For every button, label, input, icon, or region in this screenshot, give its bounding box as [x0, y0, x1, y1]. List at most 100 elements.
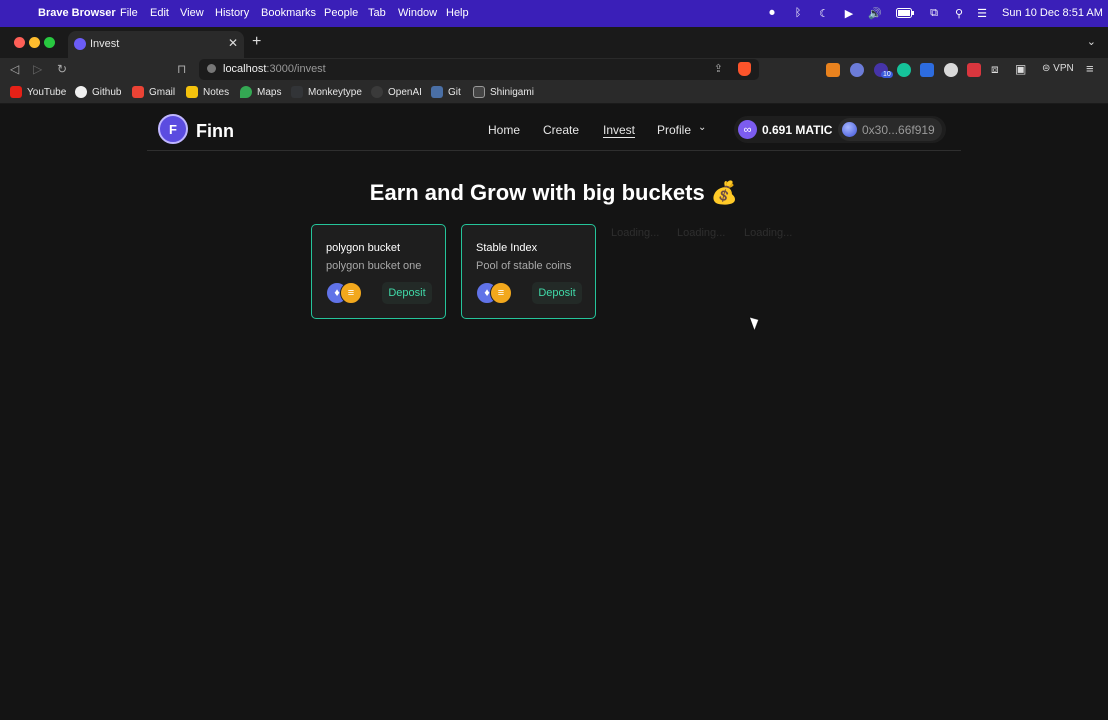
- maps-icon: [240, 86, 252, 98]
- record-icon[interactable]: ⏺: [765, 6, 779, 20]
- bucket-name: Stable Index: [476, 242, 538, 254]
- bookmark-notes[interactable]: Notes: [186, 86, 229, 98]
- bookmark-gmail[interactable]: Gmail: [132, 86, 175, 98]
- zoom-window-button[interactable]: [44, 37, 55, 48]
- bucket-description: polygon bucket one: [326, 260, 422, 272]
- shinigami-icon: [473, 86, 485, 98]
- page-content: F Finn Home Create Invest Profile ⌄ ∞ 0.…: [0, 105, 1108, 720]
- sidebar-icon[interactable]: ▣: [1015, 62, 1026, 76]
- monkeytype-icon: [291, 86, 303, 98]
- site-navbar: F Finn Home Create Invest Profile ⌄ ∞ 0.…: [147, 105, 961, 151]
- url-text[interactable]: localhost:3000/invest: [223, 63, 326, 75]
- usdc-icon: ≡: [490, 282, 512, 304]
- loading-placeholder: Loading...: [744, 227, 793, 239]
- bucket-card[interactable]: polygon bucket polygon bucket one ♦ ≡ De…: [311, 224, 446, 319]
- page-title: Earn and Grow with big buckets 💰: [369, 180, 739, 205]
- battery-icon[interactable]: [896, 6, 914, 20]
- site-info-icon[interactable]: [207, 64, 216, 73]
- bookmark-icon[interactable]: ⊓: [177, 62, 186, 76]
- new-tab-button[interactable]: +: [252, 34, 261, 50]
- nav-invest[interactable]: Invest: [603, 123, 635, 137]
- back-icon[interactable]: ◁: [10, 62, 19, 76]
- bucket-description: Pool of stable coins: [476, 260, 572, 272]
- youtube-icon: [10, 86, 22, 98]
- menu-people[interactable]: People: [324, 7, 358, 19]
- bluetooth-icon[interactable]: ᛒ: [791, 6, 805, 20]
- git-icon: [431, 86, 443, 98]
- reload-icon[interactable]: ↻: [57, 62, 67, 76]
- chevron-down-icon[interactable]: ⌄: [1087, 35, 1096, 48]
- loading-placeholder: Loading...: [611, 227, 660, 239]
- mouse-cursor: [749, 315, 762, 330]
- apple-icon[interactable]: [12, 6, 26, 20]
- finn-logo-icon[interactable]: F: [158, 114, 188, 144]
- red-extension-icon[interactable]: [967, 63, 981, 77]
- clock[interactable]: Sun 10 Dec 8:51 AM: [1002, 7, 1103, 19]
- menu-window[interactable]: Window: [398, 7, 437, 19]
- polygon-icon: ∞: [738, 120, 757, 139]
- wallet-status[interactable]: ∞ 0.691 MATIC 0x30...66f919: [734, 116, 946, 143]
- brave-shields-icon[interactable]: [738, 62, 751, 76]
- bookmark-github[interactable]: Github: [75, 86, 121, 98]
- deposit-button[interactable]: Deposit: [532, 282, 582, 304]
- menu-history[interactable]: History: [215, 7, 249, 19]
- tab-invest[interactable]: Invest ✕: [68, 31, 244, 58]
- extension-badge: 10: [881, 71, 893, 78]
- puzzle-icon[interactable]: ⧈: [991, 62, 999, 77]
- bookmark-git[interactable]: Git: [431, 86, 461, 98]
- share-icon[interactable]: ⇪: [714, 62, 723, 75]
- wallet-avatar-icon: [842, 122, 857, 137]
- brand-name[interactable]: Finn: [196, 121, 234, 142]
- bucket-card[interactable]: Stable Index Pool of stable coins ♦ ≡ De…: [461, 224, 596, 319]
- usdc-icon: ≡: [340, 282, 362, 304]
- bookmark-maps[interactable]: Maps: [240, 86, 281, 98]
- bucket-name: polygon bucket: [326, 242, 400, 254]
- wallet-address-button[interactable]: 0x30...66f919: [838, 118, 942, 141]
- wallet-address: 0x30...66f919: [862, 123, 935, 137]
- nav-profile[interactable]: Profile: [657, 123, 691, 137]
- nav-create[interactable]: Create: [543, 123, 579, 137]
- menu-help[interactable]: Help: [446, 7, 469, 19]
- forward-icon[interactable]: ▷: [33, 62, 42, 76]
- bookmarks-bar: YouTube Github Gmail Notes Maps Monkeyty…: [0, 82, 1108, 104]
- avatar-extension-icon[interactable]: [944, 63, 958, 77]
- github-icon: [75, 86, 87, 98]
- tab-title: Invest: [90, 38, 120, 50]
- bookmark-youtube[interactable]: YouTube: [10, 86, 66, 98]
- tab-strip: Invest ✕ + ⌄: [0, 27, 1108, 58]
- chevron-down-icon[interactable]: ⌄: [698, 122, 706, 133]
- matic-balance: 0.691 MATIC: [762, 123, 833, 137]
- search-icon[interactable]: ⚲: [952, 6, 966, 20]
- zoom-icon[interactable]: [920, 63, 934, 77]
- close-window-button[interactable]: [14, 37, 25, 48]
- menu-app-name[interactable]: Brave Browser: [38, 7, 116, 19]
- metamask-icon[interactable]: [826, 63, 840, 77]
- menu-view[interactable]: View: [180, 7, 204, 19]
- vpn-button[interactable]: ⊜ VPN: [1042, 63, 1074, 74]
- bookmark-shinigami[interactable]: Shinigami: [473, 86, 534, 98]
- deposit-button[interactable]: Deposit: [382, 282, 432, 304]
- menu-bookmarks[interactable]: Bookmarks: [261, 7, 316, 19]
- control-center-icon[interactable]: ☰: [975, 6, 989, 20]
- minimize-window-button[interactable]: [29, 37, 40, 48]
- grammarly-icon[interactable]: [897, 63, 911, 77]
- address-bar[interactable]: localhost:3000/invest ⇪: [199, 59, 759, 80]
- bookmark-openai[interactable]: OpenAI: [371, 86, 422, 98]
- menu-edit[interactable]: Edit: [150, 7, 169, 19]
- volume-icon[interactable]: 🔊: [868, 6, 882, 20]
- menu-file[interactable]: File: [120, 7, 138, 19]
- bookmark-monkeytype[interactable]: Monkeytype: [291, 86, 362, 98]
- menu-icon[interactable]: ≡: [1086, 61, 1094, 76]
- bucket-tokens: ♦ ≡: [476, 282, 516, 304]
- wallet-extension-icon[interactable]: [850, 63, 864, 77]
- gmail-icon: [132, 86, 144, 98]
- loading-placeholder: Loading...: [677, 227, 726, 239]
- screen-mirror-icon[interactable]: ⧉: [927, 6, 941, 20]
- moon-icon[interactable]: ☾: [817, 6, 831, 20]
- close-tab-icon[interactable]: ✕: [228, 36, 238, 50]
- browser-toolbar: ◁ ▷ ↻ ⊓ localhost:3000/invest ⇪ 10 ⧈ ▣ ⊜…: [0, 58, 1108, 82]
- menu-tab[interactable]: Tab: [368, 7, 386, 19]
- openai-icon: [371, 86, 383, 98]
- nav-home[interactable]: Home: [488, 123, 520, 137]
- play-icon[interactable]: ▶: [842, 6, 856, 20]
